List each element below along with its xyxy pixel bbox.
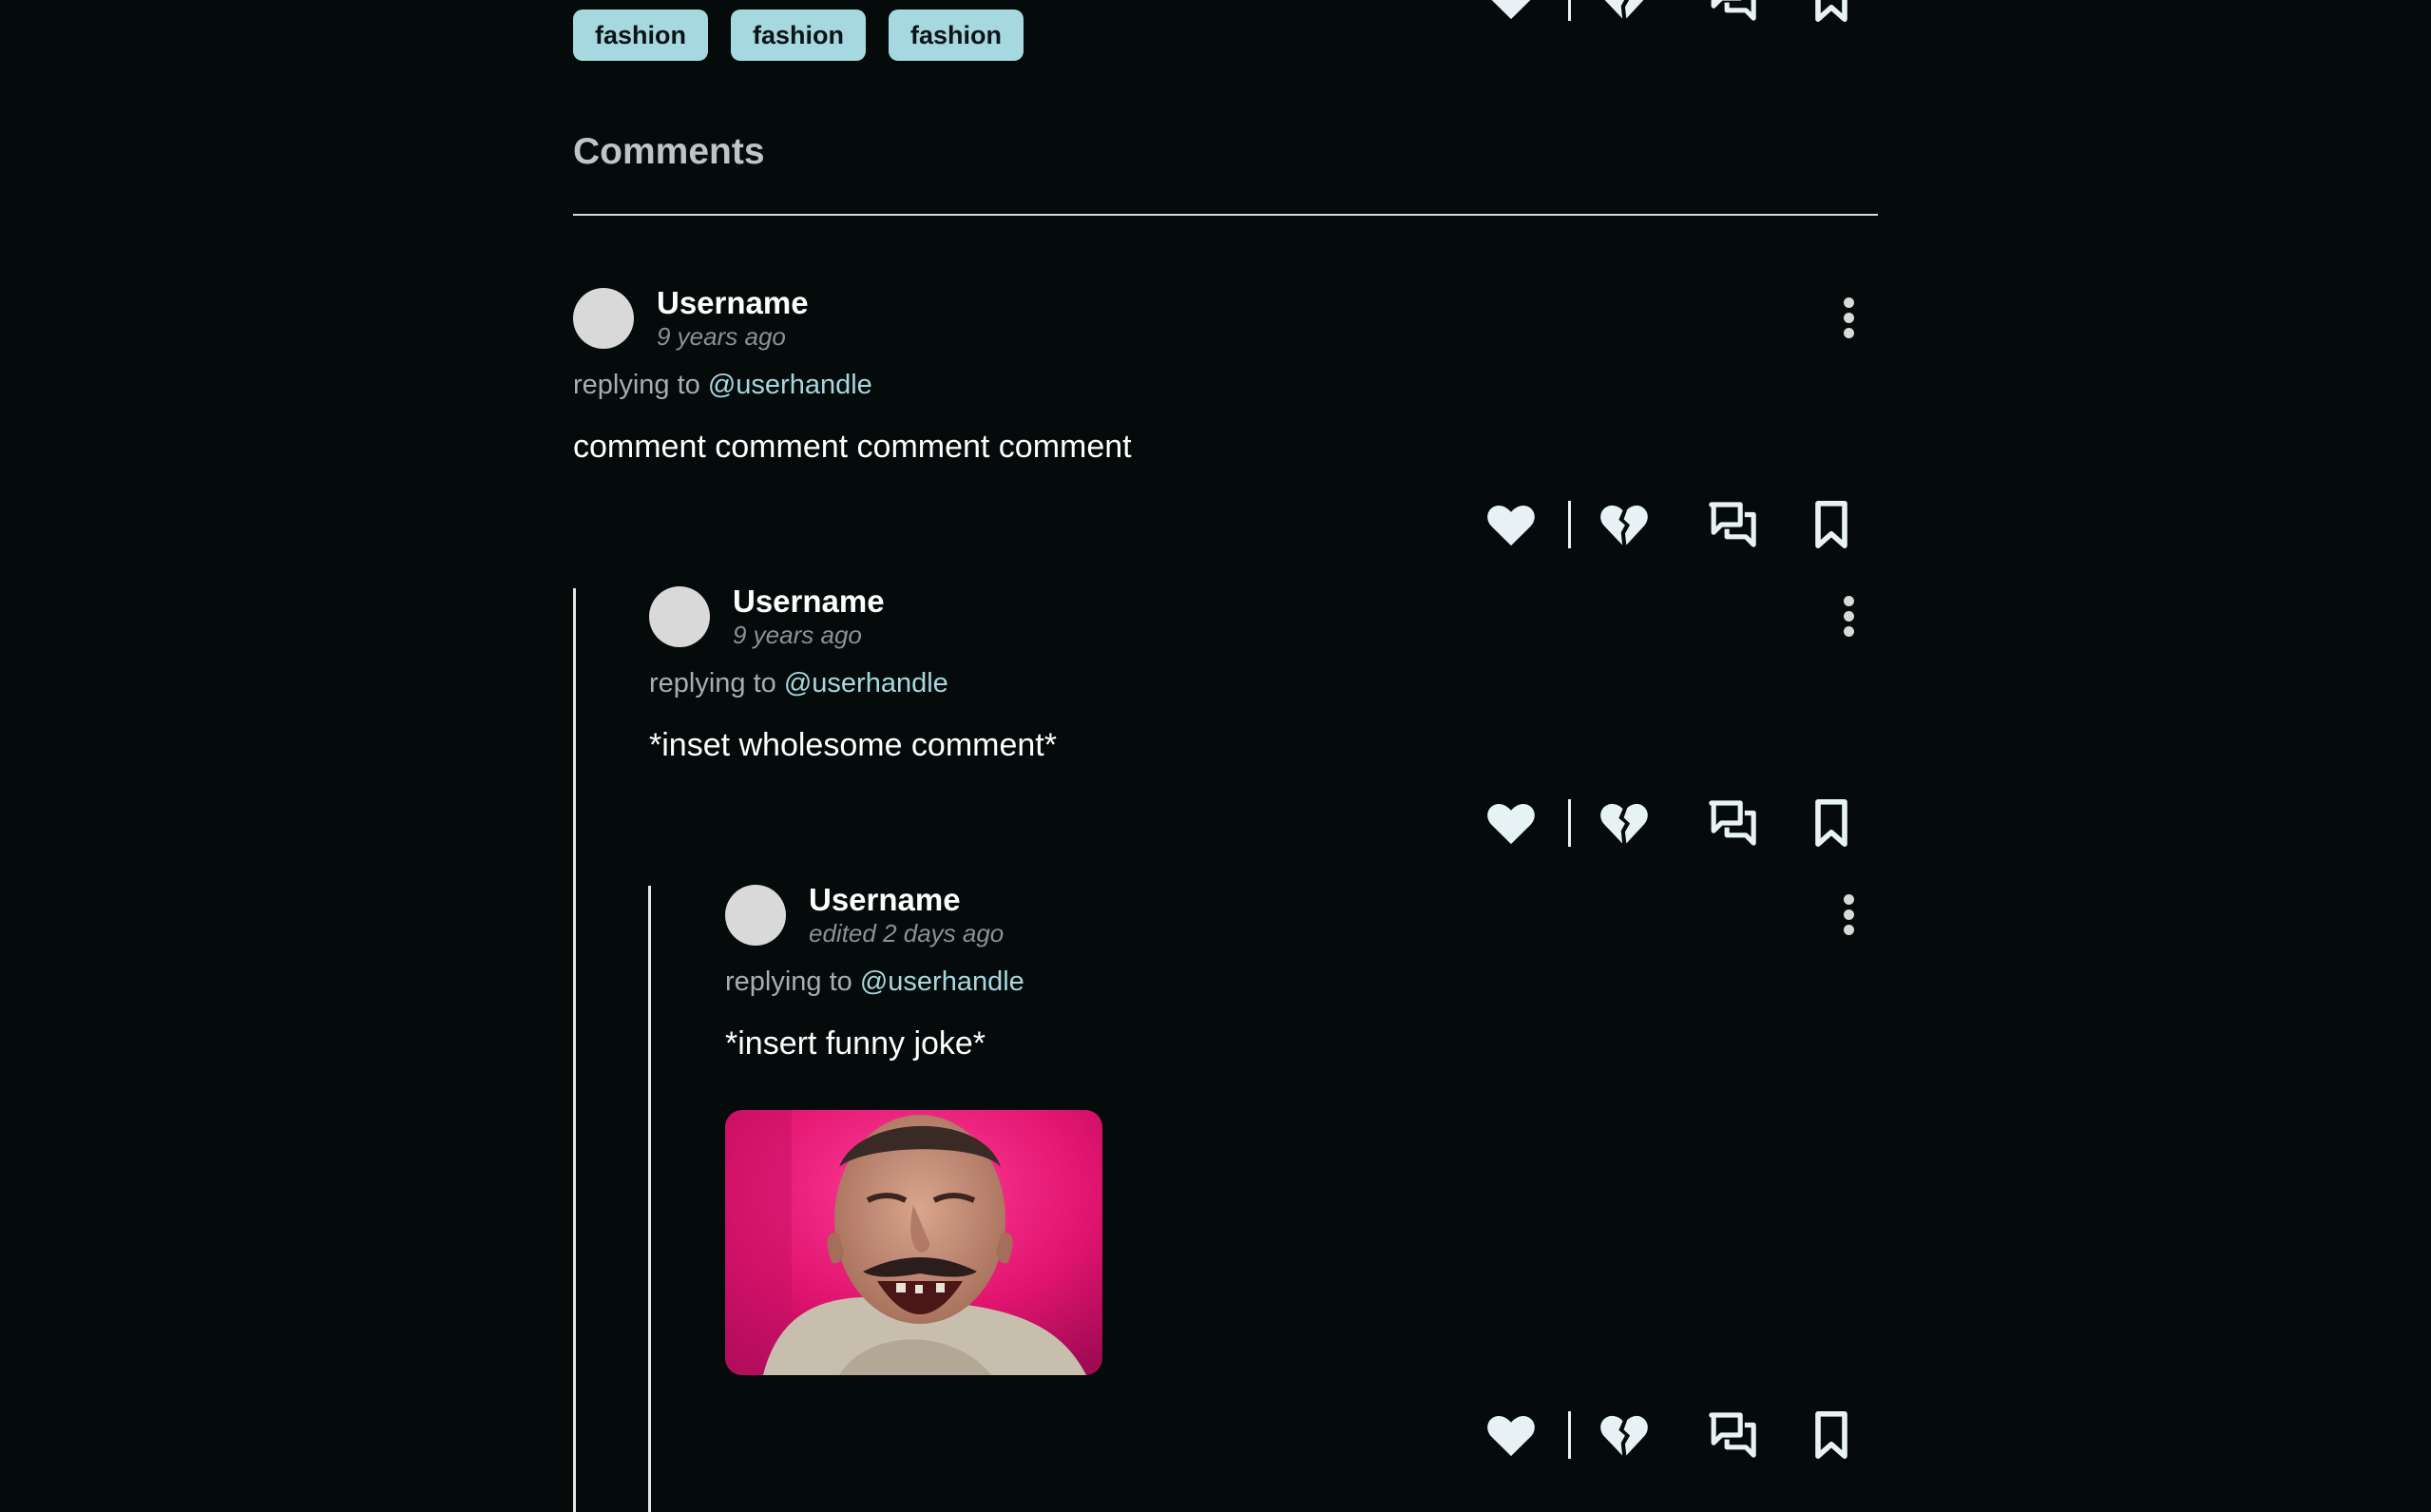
reply-icon[interactable] xyxy=(1705,498,1760,551)
replying-to-label: replying to xyxy=(725,967,860,997)
more-options-icon[interactable] xyxy=(1837,596,1860,641)
thread-line xyxy=(573,588,576,1512)
avatar[interactable] xyxy=(725,885,786,946)
tag-chip[interactable]: fashion xyxy=(889,10,1024,61)
comment-username[interactable]: Username xyxy=(809,882,961,918)
comments-divider xyxy=(573,214,1878,216)
replying-to-label: replying to xyxy=(649,668,784,699)
reply-icon[interactable] xyxy=(1705,0,1760,25)
replying-to: replying to @userhandle xyxy=(725,967,1024,998)
action-divider xyxy=(1568,1411,1571,1459)
reply-icon[interactable] xyxy=(1705,1408,1760,1462)
tag-chip[interactable]: fashion xyxy=(731,10,866,61)
more-options-icon[interactable] xyxy=(1837,894,1860,940)
laughing-man-image xyxy=(725,1110,1102,1375)
reply-icon[interactable] xyxy=(1705,796,1760,850)
comment-text: *inset wholesome comment* xyxy=(649,727,1057,763)
comment-username[interactable]: Username xyxy=(733,584,885,620)
heart-icon[interactable] xyxy=(1483,796,1539,850)
comment-text: *insert funny joke* xyxy=(725,1025,986,1062)
bookmark-icon[interactable] xyxy=(1804,498,1859,551)
action-divider xyxy=(1568,799,1571,847)
comment-timestamp: edited 2 days ago xyxy=(809,919,1005,947)
replying-to-label: replying to xyxy=(573,370,708,400)
heart-icon[interactable] xyxy=(1483,1408,1539,1462)
user-handle-link[interactable]: @userhandle xyxy=(708,370,872,400)
action-divider xyxy=(1568,501,1571,548)
more-options-icon[interactable] xyxy=(1837,297,1860,343)
comment-text: comment comment comment comment xyxy=(573,429,1132,465)
replying-to: replying to @userhandle xyxy=(573,370,872,401)
user-handle-link[interactable]: @userhandle xyxy=(860,967,1024,997)
comment-timestamp: 9 years ago xyxy=(657,322,786,351)
broken-heart-icon[interactable] xyxy=(1597,1408,1652,1462)
comment-username[interactable]: Username xyxy=(657,285,809,321)
heart-icon[interactable] xyxy=(1483,498,1539,551)
thread-line xyxy=(648,886,651,1512)
broken-heart-icon[interactable] xyxy=(1597,498,1652,551)
action-divider xyxy=(1568,0,1571,21)
comment-image[interactable] xyxy=(725,1110,1102,1375)
avatar[interactable] xyxy=(649,586,710,647)
broken-heart-icon[interactable] xyxy=(1597,0,1652,25)
replying-to: replying to @userhandle xyxy=(649,668,948,699)
broken-heart-icon[interactable] xyxy=(1597,796,1652,850)
user-handle-link[interactable]: @userhandle xyxy=(784,668,948,699)
bookmark-icon[interactable] xyxy=(1804,796,1859,850)
comments-heading: Comments xyxy=(573,131,765,172)
bookmark-icon[interactable] xyxy=(1804,1408,1859,1462)
bookmark-icon[interactable] xyxy=(1804,0,1859,25)
heart-icon[interactable] xyxy=(1483,0,1539,25)
tag-chip[interactable]: fashion xyxy=(573,10,708,61)
comment-timestamp: 9 years ago xyxy=(733,621,862,649)
avatar[interactable] xyxy=(573,288,634,349)
